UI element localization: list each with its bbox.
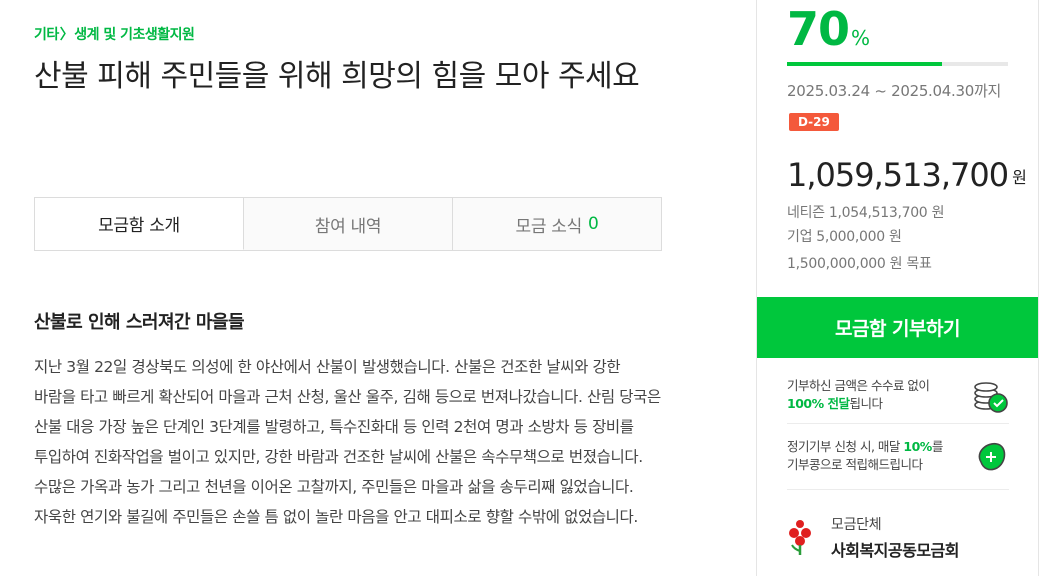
column-divider-right [1038, 0, 1039, 576]
organization-label: 모금단체 [831, 517, 882, 533]
regular-donation-post: 기부콩으로 적립해드립니다 [787, 457, 923, 472]
fee-info-post: 됩니다 [849, 396, 883, 411]
total-amount: 1,059,513,700 원 [787, 156, 1027, 194]
donation-sidebar: 70% 2025.03.24 ~ 2025.04.30까지 D-29 1,059… [757, 0, 1038, 576]
fundraising-period: 2025.03.24 ~ 2025.04.30까지 [787, 82, 1001, 100]
fee-info: 기부하신 금액은 수수료 없이 100% 전달됩니다 [787, 370, 1009, 420]
tab-participation[interactable]: 참여 내역 [244, 198, 453, 250]
organization-text: 모금단체 사회복지공동모금회 [831, 514, 959, 561]
organization[interactable]: 모금단체 사회복지공동모금회 [787, 514, 959, 561]
breadcrumb-separator-icon: 〉 [59, 27, 74, 43]
tab-news-label: 모금 소식 [515, 216, 583, 237]
company-amount: 기업 5,000,000 원 [787, 229, 902, 245]
breadcrumb-parent[interactable]: 기타 [34, 27, 59, 43]
bean-icon [978, 442, 1006, 471]
progress-bar [787, 62, 1008, 66]
info-divider [787, 423, 1009, 424]
breadcrumb-child[interactable]: 생계 및 기초생활지원 [74, 27, 195, 43]
fee-info-text: 기부하신 금액은 수수료 없이 100% 전달됩니다 [787, 377, 962, 413]
coin-stack-icon [974, 382, 1008, 413]
fee-info-pre: 기부하신 금액은 수수료 없이 [787, 378, 930, 393]
regular-donation-mid: 를 [931, 439, 944, 454]
info-divider-2 [787, 489, 1009, 490]
tab-intro[interactable]: 모금함 소개 [35, 198, 244, 250]
fruit-logo-icon [789, 519, 811, 555]
progress-percent: 70% [787, 2, 870, 56]
dday-badge: D-29 [789, 113, 839, 131]
breadcrumb: 기타〉생계 및 기초생활지원 [34, 24, 195, 44]
netizen-amount: 네티즌 1,054,513,700 원 [787, 205, 945, 221]
donate-button[interactable]: 모금함 기부하기 [757, 297, 1038, 358]
tab-news[interactable]: 모금 소식 0 [453, 198, 661, 250]
regular-donation-highlight: 10% [903, 439, 932, 454]
tab-bar: 모금함 소개 참여 내역 모금 소식 0 [34, 197, 662, 251]
regular-donation-info: 정기기부 신청 시, 매달 10%를 기부콩으로 적립해드립니다 [787, 436, 1009, 476]
goal-amount: 1,500,000,000 원 목표 [787, 256, 932, 272]
tab-participation-label: 참여 내역 [314, 216, 382, 237]
total-amount-unit: 원 [1012, 168, 1027, 187]
regular-donation-text: 정기기부 신청 시, 매달 10%를 기부콩으로 적립해드립니다 [787, 438, 962, 474]
organization-name: 사회복지공동모금회 [831, 541, 959, 560]
total-amount-value: 1,059,513,700 [787, 156, 1009, 194]
page-title: 산불 피해 주민들을 위해 희망의 힘을 모아 주세요 [34, 59, 640, 94]
tab-news-count: 0 [587, 214, 599, 234]
progress-percent-value: 70 [787, 2, 850, 56]
tab-intro-label: 모금함 소개 [98, 216, 180, 236]
regular-donation-pre: 정기기부 신청 시, 매달 [787, 439, 900, 454]
progress-bar-fill [787, 62, 942, 66]
section-heading: 산불로 인해 스러져간 마을들 [34, 312, 245, 333]
fee-info-highlight: 100% 전달 [787, 396, 850, 411]
progress-percent-unit: % [851, 26, 871, 50]
story-paragraph: 지난 3월 22일 경상북도 의성에 한 야산에서 산불이 발생했습니다. 산불… [34, 358, 661, 526]
